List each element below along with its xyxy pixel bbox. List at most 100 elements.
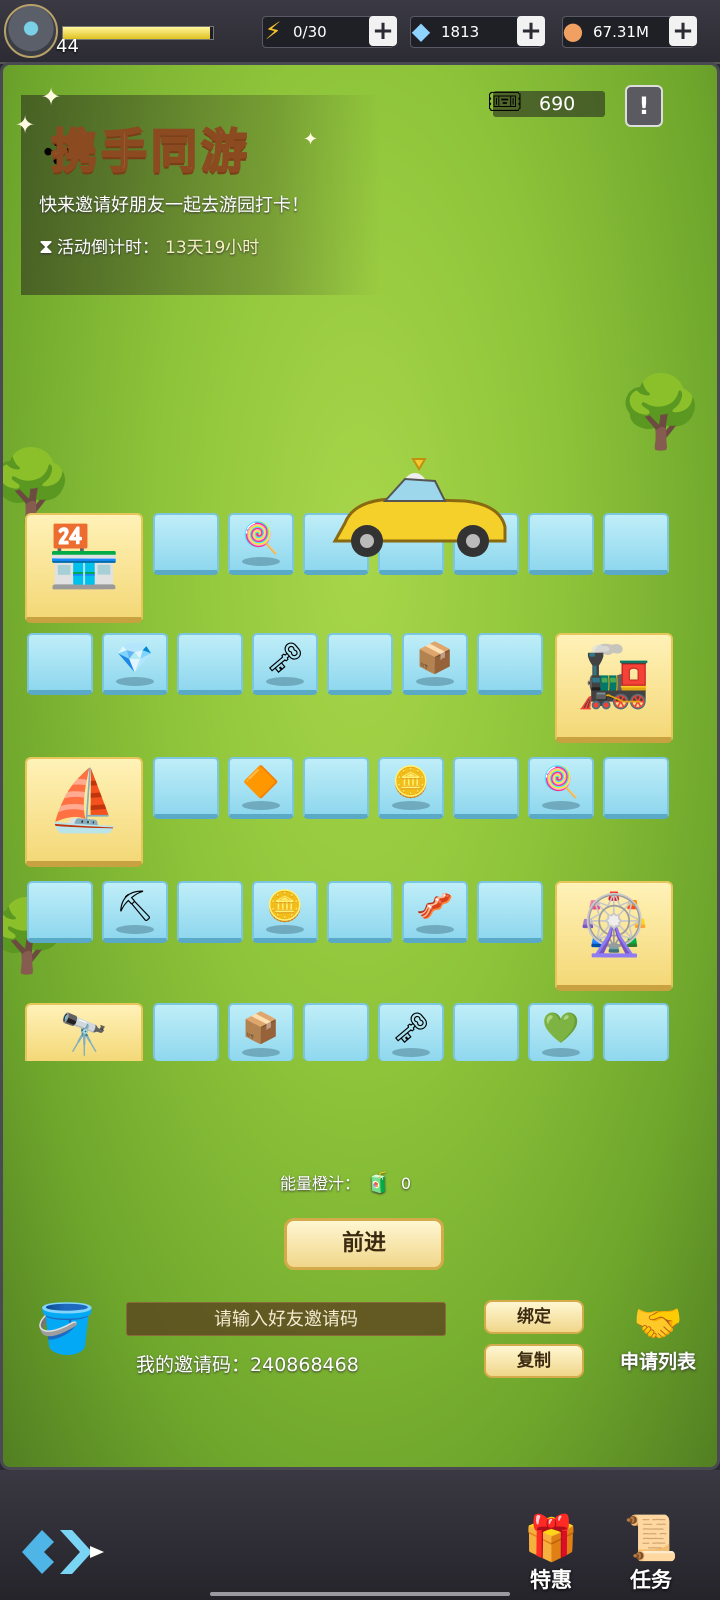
add-energy-button[interactable]: +	[369, 16, 397, 46]
board-tile	[153, 757, 219, 819]
candy-icon: 🍭	[242, 521, 280, 556]
special-offer-label: 特惠	[530, 1568, 572, 1592]
key-icon: 🗝	[265, 641, 305, 676]
board-tile	[27, 881, 93, 943]
board-tile	[303, 757, 369, 819]
item-shadow	[266, 677, 304, 686]
diamond-value: 1813	[441, 23, 480, 41]
gold-value: 67.31M	[593, 23, 649, 41]
ticket-value: 690	[539, 93, 576, 115]
bacon-icon: 🥓	[416, 889, 454, 924]
scroll-icon: 📜	[623, 1513, 679, 1564]
board-tile: 💚	[528, 1003, 594, 1061]
board-tile	[303, 1003, 369, 1061]
tasks-label: 任务	[630, 1568, 672, 1592]
diamond-counter: ◆ 1813 +	[410, 16, 545, 48]
building-ship[interactable]: ⛵	[25, 757, 143, 867]
candy-icon: 🍭	[542, 765, 580, 800]
board-tile: ⛏	[102, 881, 168, 943]
apply-list-button[interactable]: 🤝 申请列表	[608, 1300, 708, 1374]
crystal-icon: 🔶	[242, 765, 280, 800]
board-tile	[603, 513, 669, 575]
ticket-icon: 🎟	[487, 85, 523, 118]
lightning-icon: ⚡	[264, 17, 282, 45]
board-tile	[477, 881, 543, 943]
countdown: ⧗ 活动倒计时： 13天19小时	[39, 233, 259, 258]
board-tile	[603, 1003, 669, 1061]
item-shadow	[116, 677, 154, 686]
coin-icon: 🪙	[266, 889, 304, 924]
top-resource-bar: 44 ⚡ 0/30 + ◆ 1813 + ● 67.31M +	[0, 0, 720, 64]
board-tile: 🔶	[228, 757, 294, 819]
experience-fill	[63, 27, 210, 39]
board-tile: 🗝	[252, 633, 318, 695]
building-ferris-wheel[interactable]: 🎡	[555, 881, 673, 991]
board-tile	[477, 633, 543, 695]
board-tile	[603, 757, 669, 819]
diamond-icon: 💎	[116, 641, 154, 676]
player-avatar[interactable]	[4, 4, 58, 58]
building-train[interactable]: 🚂	[555, 633, 673, 743]
sparkle-icon: ✦	[303, 129, 319, 150]
item-shadow	[242, 1048, 280, 1057]
item-shadow	[242, 557, 280, 566]
juice-counter: 能量橙汁： 🧃 0	[280, 1170, 411, 1194]
juice-label: 能量橙汁：	[280, 1174, 361, 1193]
advance-button[interactable]: 前进	[284, 1218, 444, 1270]
coin-icon: ●	[562, 17, 584, 45]
board-tile	[177, 881, 243, 943]
my-code-value: 240868468	[250, 1354, 359, 1376]
key-icon: 🗝	[391, 1011, 431, 1046]
tree-decoration: 🌳	[617, 371, 705, 453]
tasks-button[interactable]: 📜 任务	[606, 1512, 696, 1594]
bind-button[interactable]: 绑定	[484, 1300, 584, 1334]
ship-icon: ⛵	[46, 766, 122, 836]
sparkle-icon: ✦	[41, 83, 62, 111]
add-diamond-button[interactable]: +	[517, 16, 545, 46]
diamond-icon: ◆	[411, 17, 431, 45]
invite-code-input[interactable]	[126, 1302, 446, 1336]
board-tile: 🗝	[378, 1003, 444, 1061]
back-logo-icon[interactable]	[20, 1526, 106, 1578]
copy-button[interactable]: 复制	[484, 1344, 584, 1378]
event-subtitle: 快来邀请好朋友一起去游园打卡！	[39, 195, 309, 216]
player-level: 44	[56, 36, 79, 57]
pickaxe-icon: ⛏	[115, 889, 155, 924]
board-tile	[177, 633, 243, 695]
item-shadow	[416, 677, 454, 686]
home-indicator	[210, 1592, 510, 1596]
juice-bucket-icon[interactable]: 🪣	[36, 1300, 96, 1357]
item-shadow	[242, 801, 280, 810]
board-tile	[153, 1003, 219, 1061]
add-gold-button[interactable]: +	[669, 16, 697, 46]
board-tile	[453, 1003, 519, 1061]
juice-bottle-icon: 🧃	[366, 1170, 391, 1194]
item-shadow	[392, 1048, 430, 1057]
telescope-icon: 🔭	[59, 1012, 109, 1058]
handshake-icon: 🤝	[633, 1301, 683, 1347]
player-car	[332, 458, 507, 557]
board-tile	[27, 633, 93, 695]
my-code-label: 我的邀请码：	[136, 1354, 251, 1376]
juice-value: 0	[400, 1174, 412, 1193]
board-tile	[327, 881, 393, 943]
building-shop[interactable]: 🏪	[25, 513, 143, 623]
item-shadow	[416, 925, 454, 934]
special-offer-button[interactable]: 🎁 特惠	[506, 1512, 596, 1594]
gift-icon: 🎁	[523, 1513, 579, 1564]
board-tile	[153, 513, 219, 575]
countdown-label: 活动倒计时：	[57, 238, 160, 258]
box-icon: 📦	[242, 1011, 280, 1046]
board-tile	[453, 757, 519, 819]
ferris-wheel-icon: 🎡	[576, 890, 652, 960]
board-tile: 🥓	[402, 881, 468, 943]
ticket-counter: 🎟 690	[487, 85, 605, 118]
item-shadow	[266, 925, 304, 934]
energy-value: 0/30	[293, 23, 327, 41]
gem-icon: 💚	[542, 1011, 580, 1046]
info-button[interactable]: !	[625, 85, 663, 127]
item-shadow	[542, 1048, 580, 1057]
board-tile: 📦	[402, 633, 468, 695]
gold-counter: ● 67.31M +	[562, 16, 697, 48]
building-telescope[interactable]: 🔭	[25, 1003, 143, 1061]
